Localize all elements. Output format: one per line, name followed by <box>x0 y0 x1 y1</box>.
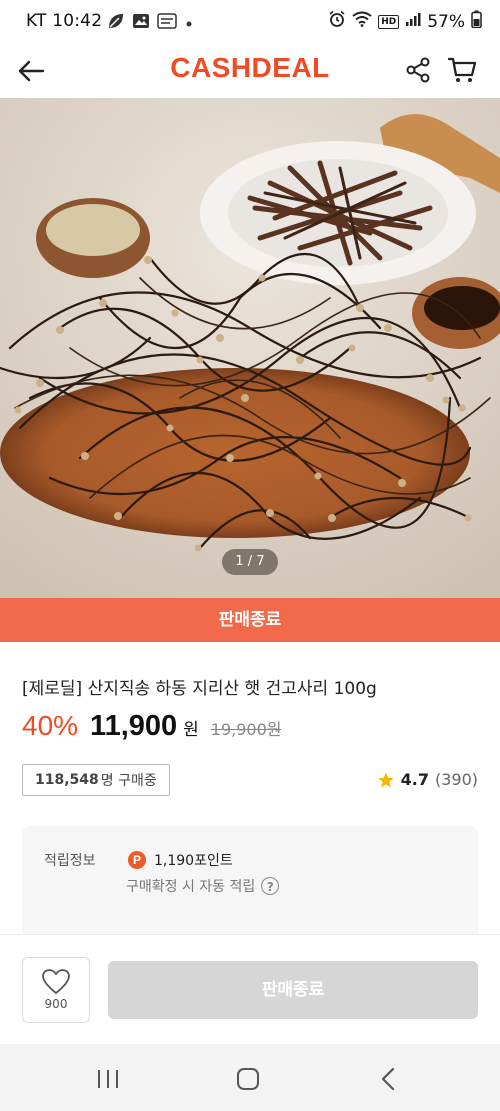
leaf-icon <box>107 12 125 34</box>
recent-apps-button[interactable] <box>88 1062 128 1096</box>
battery-text: 57% <box>427 11 465 32</box>
hd-icon: HD <box>378 14 400 29</box>
system-back-button[interactable] <box>368 1062 408 1096</box>
back-icon <box>381 1067 395 1091</box>
product-title: [제로딜] 산지직송 하동 지리산 햇 건고사리 100g <box>22 679 377 699</box>
dried-fern-photo <box>0 98 500 598</box>
signal-icon <box>405 11 421 32</box>
point-icon: P <box>128 851 146 869</box>
share-icon <box>406 57 430 83</box>
status-icons-right: HD 57% <box>328 10 482 33</box>
system-nav-bar <box>0 1044 500 1111</box>
points-amount-row: P 1,190포인트 <box>128 850 233 870</box>
recent-apps-icon <box>98 1070 118 1088</box>
points-info: 적립정보 P 1,190포인트 구매확정 시 자동 적립 ? <box>22 826 478 934</box>
sold-out-banner: 판매종료 <box>0 598 500 642</box>
bottom-action-bar: 900 판매종료 <box>0 934 500 1045</box>
sale-price: 11,900 <box>90 710 178 742</box>
points-label: 적립정보 <box>44 853 96 869</box>
buyers-suffix: 명 구매중 <box>100 773 157 789</box>
wifi-icon <box>352 11 372 32</box>
points-amount: 1,190포인트 <box>154 853 233 869</box>
app-header: CASHDEAL <box>0 44 500 98</box>
cart-button[interactable] <box>444 52 480 88</box>
home-button[interactable] <box>228 1062 268 1096</box>
buyers-badge: 118,548 명 구매중 <box>22 764 170 796</box>
status-time: KT 10:42 <box>26 11 103 31</box>
discount-rate: 40% <box>22 710 79 741</box>
status-bar: KT 10:42 HD 57% <box>0 0 500 44</box>
product-image[interactable] <box>0 98 500 598</box>
image-icon <box>132 12 150 34</box>
share-button[interactable] <box>400 52 436 88</box>
buyers-count: 118,548 <box>35 772 99 788</box>
status-icons-left <box>107 12 194 34</box>
alarm-icon <box>328 10 346 33</box>
points-note-row: 구매확정 시 자동 적립 ? <box>126 876 280 896</box>
points-note: 구매확정 시 자동 적립 <box>126 879 256 895</box>
buy-button[interactable]: 판매종료 <box>108 961 478 1019</box>
dot-icon <box>184 14 194 33</box>
heart-icon <box>42 969 70 995</box>
currency-label: 원 <box>183 720 199 740</box>
cart-icon <box>447 57 477 82</box>
image-counter: 1 / 7 <box>222 549 278 575</box>
battery-icon <box>471 10 482 33</box>
rating-value: 4.7 <box>400 770 429 789</box>
rating[interactable]: 4.7 (390) <box>377 770 478 789</box>
original-price: 19,900원 <box>210 720 282 739</box>
home-icon <box>237 1068 259 1090</box>
review-count: (390) <box>434 770 478 789</box>
help-icon[interactable]: ? <box>261 877 280 895</box>
like-count: 900 <box>44 997 68 1011</box>
star-icon <box>378 772 394 787</box>
like-button[interactable]: 900 <box>22 957 90 1023</box>
price-row: 40% 11,900 원 19,900원 <box>22 710 282 743</box>
memo-icon <box>157 13 177 33</box>
